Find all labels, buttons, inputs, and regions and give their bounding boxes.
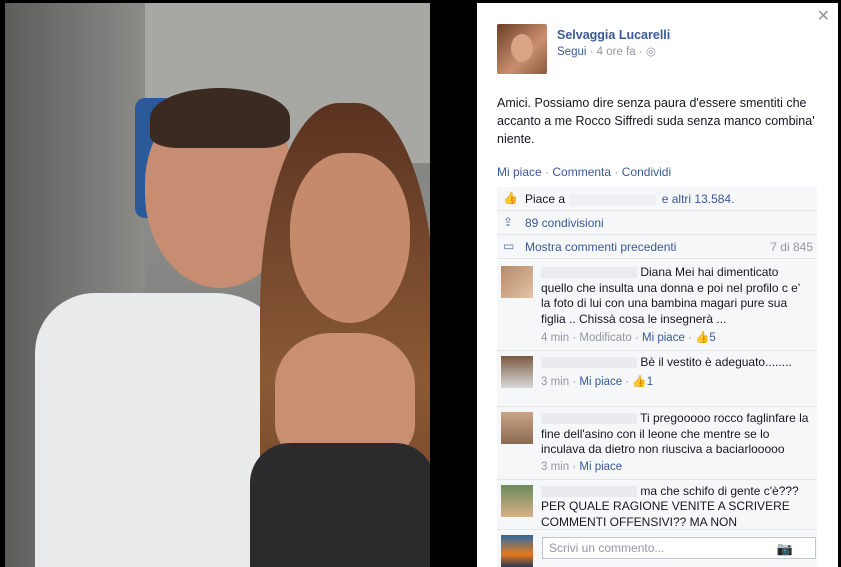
- shares-row: ⇪ 89 condivisioni: [497, 211, 817, 235]
- photo-woman-face: [290, 153, 410, 323]
- comment-list[interactable]: Diana Mei hai dimenticato quello che ins…: [497, 261, 817, 529]
- comment-body: Ti pregooooo rocco faglinfare la fine de…: [541, 411, 811, 458]
- post-photo[interactable]: [5, 3, 430, 567]
- meta-separator: ·: [638, 46, 646, 58]
- comment-body: Diana Mei hai dimenticato quello che ins…: [541, 265, 811, 327]
- thumbs-up-icon: 👍: [503, 191, 518, 205]
- author-name[interactable]: Selvaggia Lucarelli: [557, 28, 757, 42]
- commenter-avatar[interactable]: [501, 266, 533, 298]
- comment-body: Bè il vestito è adeguato........: [541, 355, 811, 371]
- comment-edited[interactable]: Modificato: [579, 332, 631, 344]
- comment-time[interactable]: 3 min: [541, 461, 569, 473]
- likes-row: 👍 Piace a e altri 13.584.: [497, 187, 817, 211]
- meta-separator: ·: [589, 46, 597, 58]
- comment-icon: ▭: [503, 239, 515, 253]
- redacted-commenter-name[interactable]: [541, 357, 637, 369]
- close-icon[interactable]: ✕: [817, 6, 830, 26]
- comment-time[interactable]: 4 min: [541, 332, 569, 344]
- shares-link[interactable]: 89 condivisioni: [525, 216, 604, 230]
- comment-like-count[interactable]: 1: [647, 376, 653, 388]
- post-meta: Segui · 4 ore fa · ◎: [557, 44, 757, 58]
- likes-others-link[interactable]: e altri 13.584.: [662, 192, 735, 206]
- author-avatar[interactable]: [497, 24, 547, 74]
- comment-like-link[interactable]: Mi piace: [642, 332, 685, 344]
- post-text: Amici. Possiamo dire senza paura d'esser…: [497, 96, 815, 146]
- camera-icon[interactable]: 📷: [777, 541, 793, 557]
- more-comments-link[interactable]: Mostra commenti precedenti: [525, 240, 676, 254]
- comment-footer: 3 min · Mi piace · 👍1: [541, 375, 654, 388]
- comment-count: 7 di 845: [770, 240, 813, 254]
- comment-item: Diana Mei hai dimenticato quello che ins…: [497, 261, 817, 351]
- comment-item: ma che schifo di gente c'è??? PER QUALE …: [497, 480, 817, 530]
- comment-text: Bè il vestito è adeguato........: [640, 355, 792, 369]
- comment-link[interactable]: Commenta: [552, 165, 611, 179]
- share-link[interactable]: Condividi: [622, 165, 671, 179]
- comment-input[interactable]: Scrivi un commento...: [542, 537, 816, 559]
- comment-footer: 3 min · Mi piace: [541, 460, 623, 473]
- viewer-avatar[interactable]: [501, 535, 533, 567]
- photo-viewer: ✕ Selvaggia Lucarelli Segui · 4 ore fa ·…: [0, 0, 841, 567]
- share-icon: ⇪: [503, 215, 514, 229]
- comment-composer: Scrivi un commento... 📷: [497, 529, 817, 567]
- photo-woman-dress: [250, 443, 430, 567]
- like-link[interactable]: Mi piace: [497, 165, 542, 179]
- post-time[interactable]: 4 ore fa: [597, 46, 636, 58]
- follow-link[interactable]: Segui: [557, 46, 586, 58]
- comment-like-link[interactable]: Mi piace: [579, 376, 622, 388]
- commenter-avatar[interactable]: [501, 412, 533, 444]
- commenter-avatar[interactable]: [501, 484, 533, 517]
- thumbs-up-icon: 👍: [695, 332, 710, 344]
- globe-icon: ◎: [645, 46, 656, 58]
- comment-time[interactable]: 3 min: [541, 376, 569, 388]
- comment-input-placeholder: Scrivi un commento...: [549, 541, 665, 555]
- redacted-name: [570, 193, 657, 206]
- redacted-commenter-name[interactable]: [541, 267, 637, 279]
- more-comments-row: ▭ Mostra commenti precedenti 7 di 845: [497, 235, 817, 259]
- post-actions: Mi piace · Commenta · Condividi: [497, 165, 671, 179]
- ufi-summary: 👍 Piace a e altri 13.584. ⇪ 89 condivisi…: [497, 187, 817, 259]
- redacted-commenter-name[interactable]: [541, 413, 637, 425]
- redacted-commenter-name[interactable]: [541, 485, 637, 497]
- photo-man-hair: [150, 88, 290, 148]
- comment-footer: 4 min · Modificato · Mi piace · 👍5: [541, 332, 716, 344]
- actions-separator: ·: [614, 165, 622, 179]
- commenter-avatar[interactable]: [501, 356, 533, 388]
- comment-item: Ti pregooooo rocco faglinfare la fine de…: [497, 407, 817, 480]
- comment-like-count[interactable]: 5: [709, 332, 715, 344]
- comment-body: ma che schifo di gente c'è??? PER QUALE …: [541, 484, 811, 530]
- comment-like-link[interactable]: Mi piace: [579, 461, 622, 473]
- thumbs-up-icon: 👍: [632, 375, 647, 388]
- comment-item: Bè il vestito è adeguato........ 3 min ·…: [497, 351, 817, 407]
- likes-prefix: Piace a: [525, 192, 566, 206]
- post-sidebar: ✕ Selvaggia Lucarelli Segui · 4 ore fa ·…: [477, 3, 838, 567]
